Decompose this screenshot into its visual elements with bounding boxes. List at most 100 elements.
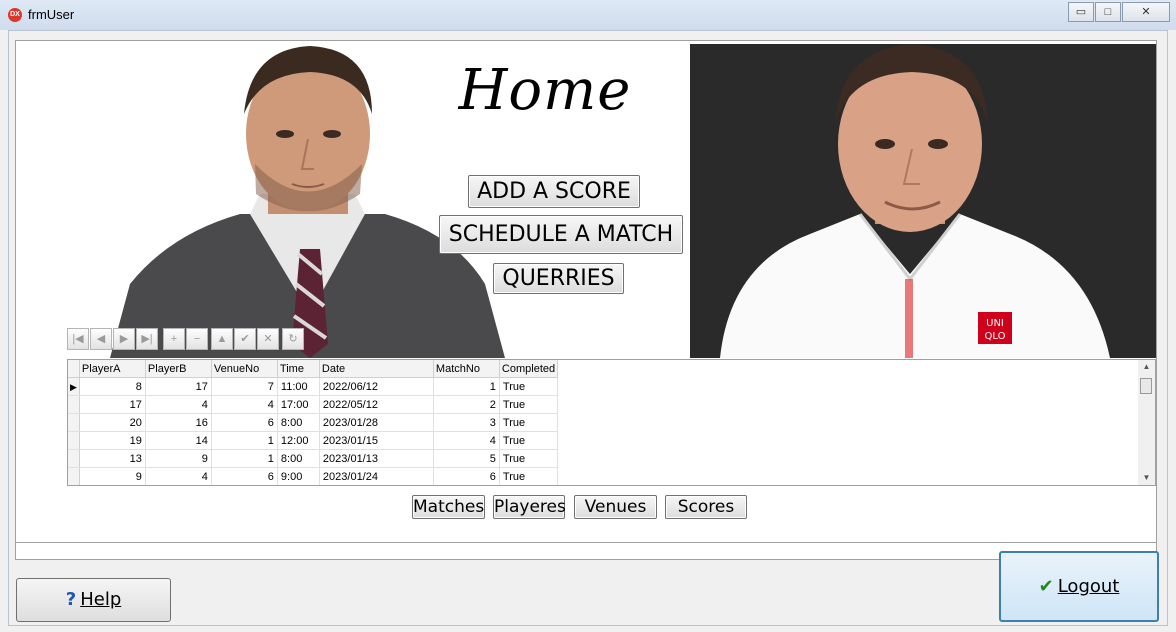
matches-grid[interactable]: PlayerA PlayerB VenueNo Time Date MatchN… <box>67 359 1156 486</box>
column-header[interactable]: Date <box>319 360 434 378</box>
indicator-header <box>68 360 80 378</box>
prior-record-button[interactable]: ◀ <box>90 328 112 350</box>
column-header[interactable]: Time <box>277 360 320 378</box>
scroll-thumb[interactable] <box>1140 378 1152 394</box>
table-row[interactable]: 9 4 6 9:00 2023/01/24 6 True <box>68 467 559 485</box>
insert-record-button[interactable]: + <box>163 328 185 350</box>
scroll-down-icon[interactable]: ▼ <box>1138 471 1155 485</box>
cell[interactable]: 5 <box>433 449 500 468</box>
cell[interactable]: 2022/05/12 <box>319 395 434 414</box>
table-row[interactable]: 13 9 1 8:00 2023/01/13 5 True <box>68 449 559 468</box>
edit-record-button[interactable]: ▲ <box>211 328 233 350</box>
logout-button[interactable]: ✔ Logout <box>999 551 1159 622</box>
schedule-match-button[interactable]: SCHEDULE A MATCH <box>439 215 683 254</box>
cell[interactable]: 6 <box>433 467 500 485</box>
minimize-button[interactable]: ▭ <box>1068 2 1094 22</box>
cell[interactable]: 17 <box>145 377 212 396</box>
page-title: Home <box>458 58 632 123</box>
add-score-button[interactable]: ADD A SCORE <box>468 175 640 208</box>
window-title: frmUser <box>28 7 75 22</box>
current-row-icon: ▶ <box>70 381 77 392</box>
cell[interactable]: 8:00 <box>277 413 320 432</box>
help-button[interactable]: ? Help <box>16 578 171 622</box>
cell[interactable]: 8:00 <box>277 449 320 468</box>
checkmark-icon: ✔ <box>1038 576 1054 597</box>
table-row[interactable]: 20 16 6 8:00 2023/01/28 3 True <box>68 413 559 432</box>
cell[interactable]: 8 <box>79 377 146 396</box>
column-header[interactable]: VenueNo <box>211 360 278 378</box>
grid-scrollbar[interactable]: ▲ ▼ <box>1138 360 1155 485</box>
cell[interactable]: True <box>499 467 559 485</box>
logout-label: Logout <box>1057 576 1120 597</box>
cell[interactable]: 4 <box>433 431 500 450</box>
cell[interactable]: 6 <box>211 413 278 432</box>
row-indicator <box>68 467 80 485</box>
cell[interactable]: 4 <box>145 467 212 485</box>
help-icon: ? <box>65 589 77 610</box>
cell[interactable]: 16 <box>145 413 212 432</box>
cell[interactable]: True <box>499 449 559 468</box>
cell[interactable]: 3 <box>433 413 500 432</box>
cell[interactable]: 2023/01/24 <box>319 467 434 485</box>
help-label: Help <box>80 589 122 610</box>
cell[interactable]: 17:00 <box>277 395 320 414</box>
table-header-row: PlayerA PlayerB VenueNo Time Date MatchN… <box>68 360 559 378</box>
matches-button[interactable]: Matches <box>412 495 485 519</box>
cell[interactable]: 4 <box>145 395 212 414</box>
close-button[interactable]: ✕ <box>1122 2 1170 22</box>
row-indicator <box>68 413 80 432</box>
cell[interactable]: 19 <box>79 431 146 450</box>
cell[interactable]: True <box>499 431 559 450</box>
cell[interactable]: 2 <box>433 395 500 414</box>
cell[interactable]: 1 <box>211 431 278 450</box>
row-indicator: ▶ <box>68 377 80 396</box>
cell[interactable]: 14 <box>145 431 212 450</box>
row-indicator <box>68 431 80 450</box>
column-header[interactable]: MatchNo <box>433 360 500 378</box>
cell[interactable]: 20 <box>79 413 146 432</box>
players-button[interactable]: Playeres <box>493 495 566 519</box>
cell[interactable]: 1 <box>433 377 500 396</box>
table-row[interactable]: 17 4 4 17:00 2022/05/12 2 True <box>68 395 559 414</box>
cell[interactable]: 17 <box>79 395 146 414</box>
table-row[interactable]: ▶ 8 17 7 11:00 2022/06/12 1 True <box>68 377 559 396</box>
first-record-button[interactable]: |◀ <box>67 328 89 350</box>
delete-record-button[interactable]: − <box>186 328 208 350</box>
cell[interactable]: 11:00 <box>277 377 320 396</box>
cell[interactable]: 9 <box>145 449 212 468</box>
cell[interactable]: 9:00 <box>277 467 320 485</box>
cell[interactable]: 2023/01/13 <box>319 449 434 468</box>
cell[interactable]: True <box>499 395 559 414</box>
cell[interactable]: 2023/01/28 <box>319 413 434 432</box>
scores-button[interactable]: Scores <box>665 495 747 519</box>
cell[interactable]: 2023/01/15 <box>319 431 434 450</box>
cell[interactable]: 13 <box>79 449 146 468</box>
column-header[interactable]: PlayerB <box>145 360 212 378</box>
column-header[interactable]: PlayerA <box>79 360 146 378</box>
maximize-button[interactable]: □ <box>1095 2 1121 22</box>
uniqlo-logo-bottom: QLO <box>985 331 1006 342</box>
cancel-record-button[interactable]: ✕ <box>257 328 279 350</box>
cell[interactable]: 4 <box>211 395 278 414</box>
row-indicator <box>68 395 80 414</box>
cell[interactable]: 2022/06/12 <box>319 377 434 396</box>
title-bar: DX frmUser ▭ □ ✕ <box>0 0 1176 30</box>
venues-button[interactable]: Venues <box>574 495 657 519</box>
table-row[interactable]: 19 14 1 12:00 2023/01/15 4 True <box>68 431 559 450</box>
refresh-record-button[interactable]: ↻ <box>282 328 304 350</box>
querries-button[interactable]: QUERRIES <box>493 263 624 294</box>
cell[interactable]: True <box>499 413 559 432</box>
post-record-button[interactable]: ✔ <box>234 328 256 350</box>
column-header[interactable]: Completed <box>499 360 559 378</box>
cell[interactable]: 7 <box>211 377 278 396</box>
cell[interactable]: 6 <box>211 467 278 485</box>
scroll-up-icon[interactable]: ▲ <box>1138 360 1155 374</box>
uniqlo-logo-top: UNI <box>986 318 1004 329</box>
cell[interactable]: 12:00 <box>277 431 320 450</box>
row-indicator <box>68 449 80 468</box>
last-record-button[interactable]: ▶| <box>136 328 158 350</box>
cell[interactable]: True <box>499 377 559 396</box>
next-record-button[interactable]: ▶ <box>113 328 135 350</box>
cell[interactable]: 1 <box>211 449 278 468</box>
cell[interactable]: 9 <box>79 467 146 485</box>
